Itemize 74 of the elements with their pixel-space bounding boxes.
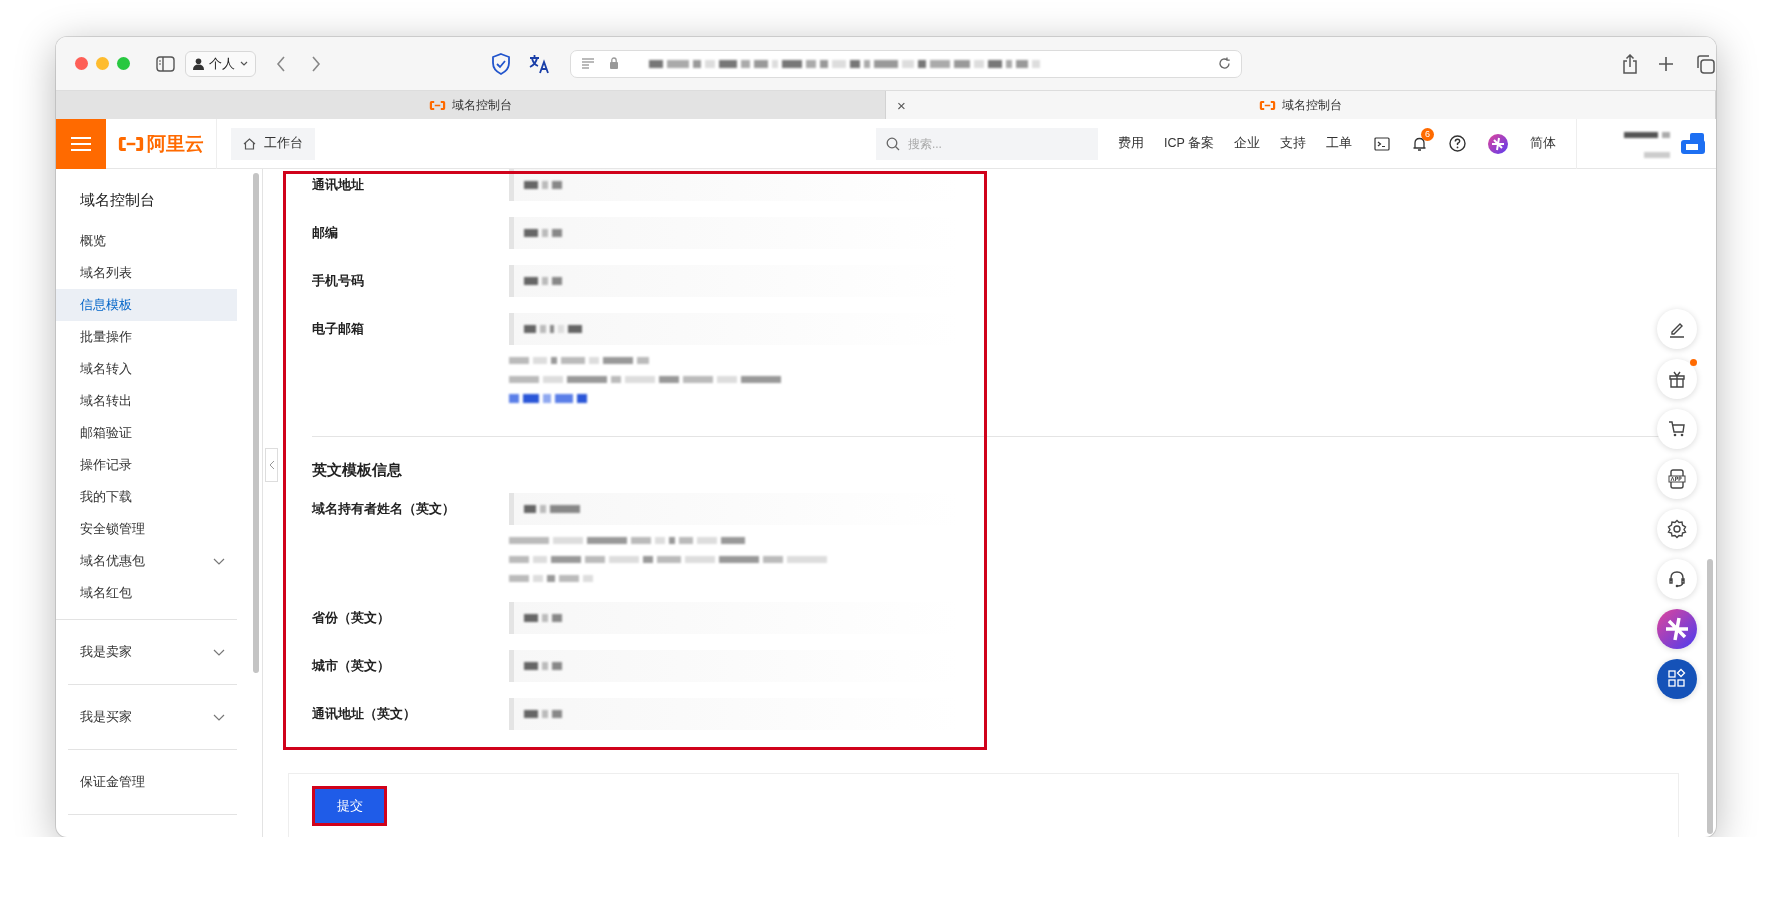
menu-icon[interactable] xyxy=(56,118,106,169)
close-window-button[interactable] xyxy=(75,57,88,70)
field-label: 通讯地址 xyxy=(312,177,365,194)
terminal-icon[interactable] xyxy=(1374,136,1390,151)
sidebar-item[interactable]: 信息模板 xyxy=(56,289,237,321)
language-link[interactable]: 简体 xyxy=(1530,135,1556,152)
field-label: 城市（英文） xyxy=(312,658,391,675)
chevron-down-icon[interactable] xyxy=(213,648,225,656)
nav-link[interactable]: 支持 xyxy=(1280,135,1306,152)
chevron-down-icon[interactable] xyxy=(213,713,225,721)
chevron-down-icon[interactable] xyxy=(213,557,225,565)
person-icon xyxy=(193,57,204,70)
forward-icon[interactable] xyxy=(311,55,321,72)
sidebar-item[interactable]: 概览 xyxy=(56,225,237,257)
field-label: 电子邮箱 xyxy=(312,321,365,338)
notification-badge: 6 xyxy=(1421,127,1434,141)
scrollbar-thumb[interactable] xyxy=(1707,559,1713,834)
sidebar-item[interactable]: 域名转出 xyxy=(56,385,237,417)
nav-link[interactable]: ICP 备案 xyxy=(1163,135,1214,152)
assistant-icon[interactable] xyxy=(1657,609,1697,649)
sidebar-item[interactable]: 邮箱验证 xyxy=(56,417,237,449)
chevron-down-icon xyxy=(240,61,248,66)
sidebar-item[interactable]: 域名列表 xyxy=(56,257,237,289)
back-icon[interactable] xyxy=(276,55,286,72)
search-field[interactable]: 搜索... xyxy=(875,127,1098,160)
new-tab-icon[interactable] xyxy=(1658,55,1674,72)
mobile-app-icon[interactable] xyxy=(1657,459,1697,499)
sidebar-title: 域名控制台 xyxy=(80,190,156,210)
field-label: 邮编 xyxy=(312,225,339,242)
workbench-button[interactable]: 工作台 xyxy=(231,127,315,160)
sidebar-item[interactable]: 批量操作 xyxy=(56,321,237,353)
sidebar-item[interactable]: 我是卖家 xyxy=(68,636,237,668)
nav-link[interactable]: 费用 xyxy=(1117,135,1144,152)
sidebar-item[interactable]: 域名优惠包 xyxy=(56,545,237,577)
address-bar[interactable] xyxy=(570,49,1242,78)
apps-icon[interactable] xyxy=(1657,659,1697,699)
sidebar-icon[interactable] xyxy=(156,55,175,72)
assistant-icon[interactable] xyxy=(1488,133,1508,154)
submit-button[interactable]: 提交 xyxy=(312,786,387,826)
sidebar-item[interactable]: 我是买家 xyxy=(68,701,237,733)
profile-button[interactable]: 个人 xyxy=(185,50,256,77)
sidebar-item[interactable]: 域名转入 xyxy=(56,353,237,385)
account-logo-icon xyxy=(1680,131,1706,156)
sidebar-item[interactable]: 安全锁管理 xyxy=(56,513,237,545)
nav-link[interactable]: 企业 xyxy=(1234,135,1260,152)
sidebar-item[interactable]: 保证金管理 xyxy=(68,766,237,798)
field-label: 域名持有者姓名（英文） xyxy=(312,501,456,518)
gift-icon[interactable] xyxy=(1657,359,1697,399)
sidebar-item[interactable]: 域名红包 xyxy=(56,577,237,609)
section-title: 英文模板信息 xyxy=(312,461,403,480)
close-tab-button[interactable]: × xyxy=(894,96,909,114)
settings-icon[interactable] xyxy=(1657,509,1697,549)
aliyun-logo-icon xyxy=(1259,99,1276,111)
edit-icon[interactable] xyxy=(1657,309,1697,349)
tab-overview-icon[interactable] xyxy=(1695,53,1715,74)
translate-icon[interactable] xyxy=(528,53,550,74)
share-icon[interactable] xyxy=(1622,53,1638,74)
cart-icon[interactable] xyxy=(1657,409,1697,449)
headset-icon[interactable] xyxy=(1657,559,1697,599)
scrollbar-thumb[interactable] xyxy=(252,173,259,673)
shield-icon[interactable] xyxy=(491,52,511,75)
nav-link[interactable]: 工单 xyxy=(1326,135,1352,152)
bell-icon[interactable] xyxy=(1412,135,1427,152)
sidebar-item[interactable]: 操作记录 xyxy=(56,449,237,481)
help-icon[interactable] xyxy=(1449,135,1466,152)
field-label: 手机号码 xyxy=(312,273,365,290)
aliyun-logo-icon xyxy=(429,99,446,111)
field-label: 通讯地址（英文） xyxy=(312,706,417,723)
browser-tab[interactable]: 域名控制台 xyxy=(56,91,886,119)
chevron-left-icon xyxy=(268,460,275,470)
sidebar-item[interactable]: 我的下载 xyxy=(56,481,237,513)
aliyun-logo-icon xyxy=(118,134,144,153)
home-icon xyxy=(243,137,256,150)
field-label: 省份（英文） xyxy=(312,610,391,627)
